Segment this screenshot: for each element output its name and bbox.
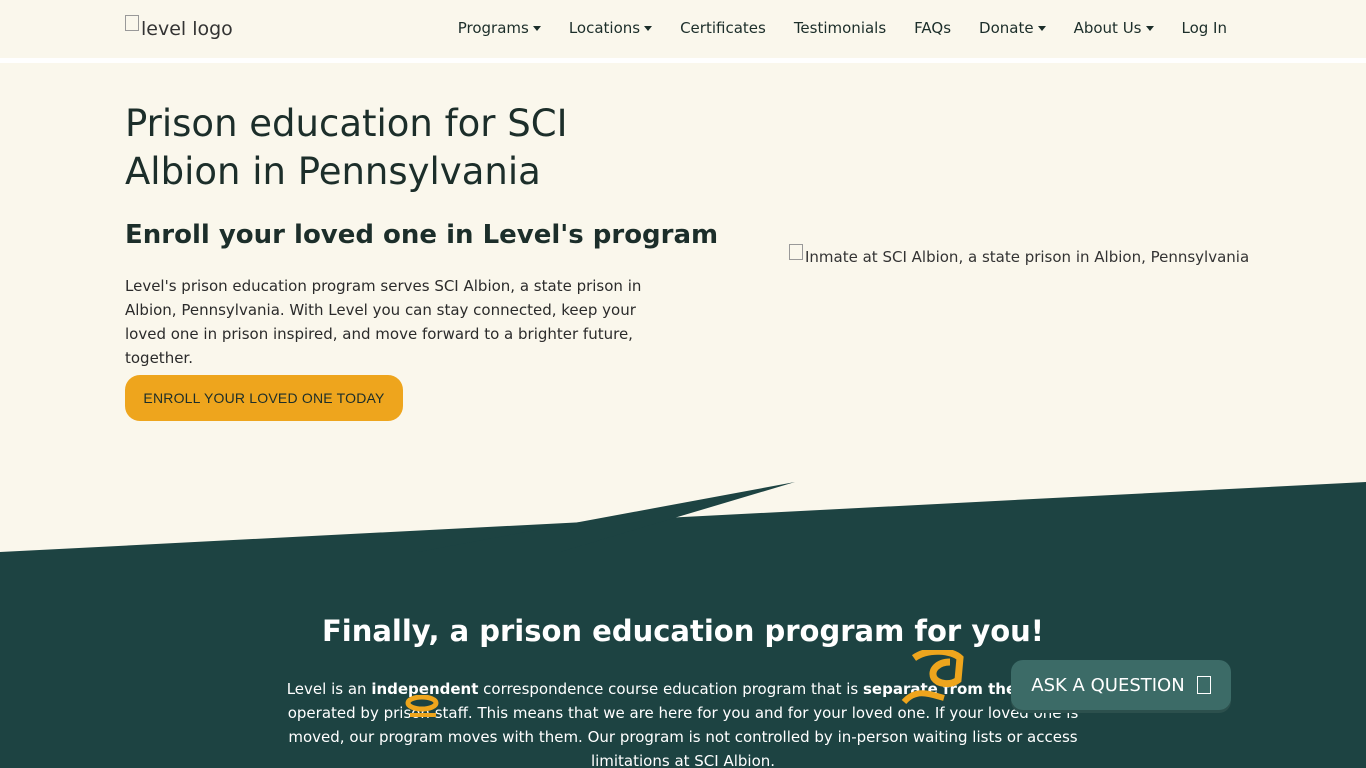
nav-label: FAQs	[914, 19, 952, 37]
ask-question-button[interactable]: ASK A QUESTION	[1011, 660, 1231, 710]
divider-slope	[0, 482, 1366, 555]
intro-text: Level is an independent correspondence c…	[268, 677, 1098, 768]
page-title: Prison education for SCI Albion in Penns…	[125, 102, 568, 193]
enroll-button[interactable]: ENROLL YOUR LOVED ONE TODAY	[125, 375, 403, 421]
chevron-down-icon	[644, 25, 653, 31]
decorative-glyph	[901, 650, 964, 705]
chat-icon	[1196, 676, 1211, 694]
hero-subtitle: Enroll your loved one in Level's program	[125, 220, 719, 250]
hero-image: Inmate at SCI Albion, a state prison in …	[789, 244, 1250, 266]
decorative-glyph-stroke	[901, 690, 945, 705]
decorative-glyph	[405, 695, 439, 717]
intro-text-part: correspondence course education program …	[478, 680, 863, 698]
nav-label: Log In	[1181, 19, 1228, 37]
hero-image-alt-text: Inmate at SCI Albion, a state prison in …	[805, 248, 1250, 266]
decorative-glyph-stroke	[405, 695, 439, 712]
ask-question-label: ASK A QUESTION	[1031, 674, 1185, 696]
intro-text-part: Level is an	[286, 680, 372, 698]
nav-programs[interactable]: Programs	[458, 19, 541, 37]
nav-faqs[interactable]: FAQs	[914, 19, 951, 37]
nav-about-us[interactable]: About Us	[1074, 19, 1154, 37]
nav-label: About Us	[1073, 19, 1142, 37]
nav-certificates[interactable]: Certificates	[680, 19, 766, 37]
nav-label: Testimonials	[793, 19, 887, 37]
nav-donate[interactable]: Donate	[979, 19, 1046, 37]
broken-image-icon	[125, 15, 139, 31]
nav-label: Donate	[979, 19, 1034, 37]
nav-label: Locations	[568, 19, 641, 37]
decorative-glyph-stroke	[911, 650, 964, 688]
level-logo[interactable]: level logo	[125, 15, 233, 40]
logo-alt-text: level logo	[141, 18, 233, 40]
main-nav: Programs Locations Certificates Testimon…	[458, 19, 1227, 37]
nav-log-in[interactable]: Log In	[1182, 19, 1228, 37]
intro-title: Finally, a prison education program for …	[321, 614, 1045, 648]
chevron-down-icon	[532, 25, 541, 31]
nav-testimonials[interactable]: Testimonials	[794, 19, 886, 37]
nav-label: Certificates	[680, 19, 766, 37]
navbar: level logo Programs Locations Certificat…	[0, 0, 1366, 63]
hero-description: Level's prison education program serves …	[125, 277, 642, 367]
broken-image-icon	[789, 244, 803, 260]
nav-label: Programs	[457, 19, 529, 37]
chevron-down-icon	[1145, 25, 1154, 31]
nav-locations[interactable]: Locations	[568, 19, 653, 37]
chevron-down-icon	[1037, 25, 1046, 31]
section-divider	[0, 482, 1366, 555]
